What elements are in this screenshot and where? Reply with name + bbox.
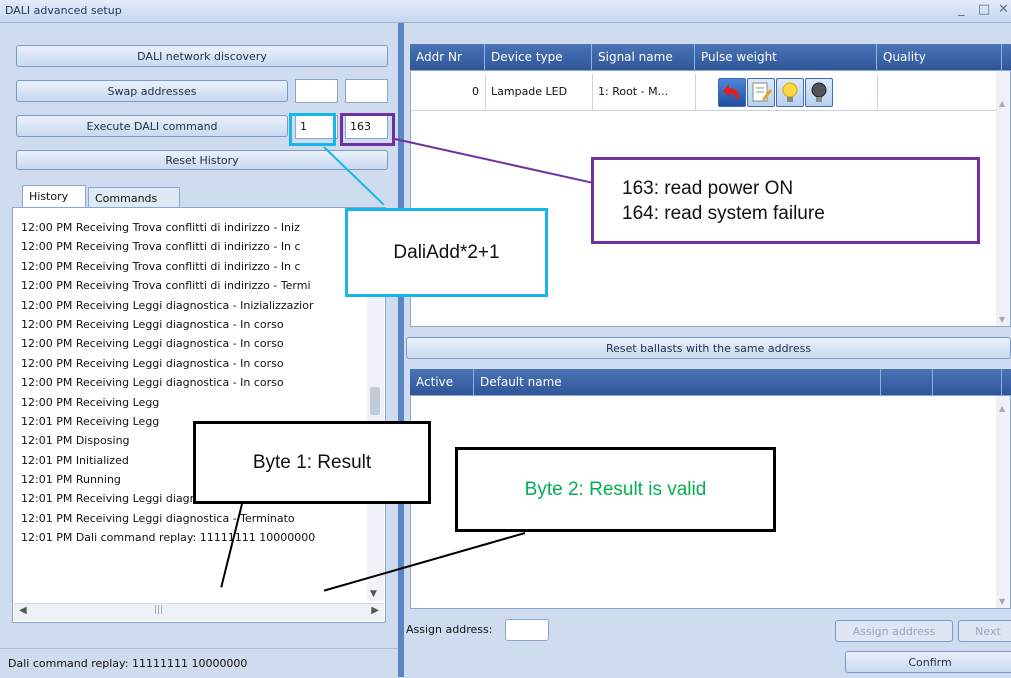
ballasts-grid-scrollbar[interactable]: ▲ ▼ bbox=[996, 396, 1010, 608]
assign-address-label: Assign address: bbox=[406, 623, 493, 636]
col-signal-name[interactable]: Signal name bbox=[592, 44, 695, 70]
ballasts-grid-header: Active Default name bbox=[410, 369, 1011, 395]
reset-ballasts-button[interactable]: Reset ballasts with the same address bbox=[406, 337, 1011, 359]
list-item[interactable]: 12:00 PM Receiving Trova conflitti di in… bbox=[21, 218, 361, 237]
cell-addr: 0 bbox=[411, 74, 486, 110]
left-panel: DALI network discovery Swap addresses Ex… bbox=[0, 23, 398, 647]
scrollbar-thumb[interactable] bbox=[370, 387, 380, 415]
cell-pulse-weight bbox=[696, 74, 878, 110]
list-item[interactable]: 12:00 PM Receiving Trova conflitti di in… bbox=[21, 276, 361, 295]
bulb-on-icon[interactable] bbox=[776, 78, 804, 107]
scrollbar-grip-icon: ||| bbox=[154, 605, 164, 615]
scroll-down-icon[interactable]: ▼ bbox=[370, 589, 377, 599]
command-values-callout: 163: read power ON 164: read system fail… bbox=[591, 157, 980, 244]
swap-address-b-input[interactable] bbox=[345, 79, 388, 103]
col-blank-1[interactable] bbox=[881, 369, 933, 395]
list-item[interactable]: 12:00 PM Receiving Leggi diagnostica - I… bbox=[21, 373, 361, 392]
col-active[interactable]: Active bbox=[410, 369, 474, 395]
devices-grid-header: Addr Nr Device type Signal name Pulse we… bbox=[410, 44, 1011, 70]
list-item[interactable]: 12:00 PM Receiving Trova conflitti di in… bbox=[21, 237, 361, 256]
maximize-icon[interactable]: □ bbox=[978, 2, 990, 17]
devices-grid-scrollbar[interactable]: ▲ ▼ bbox=[996, 71, 1010, 326]
address-highlight-box bbox=[289, 113, 336, 146]
col-pulse-weight[interactable]: Pulse weight bbox=[695, 44, 877, 70]
scroll-down-icon[interactable]: ▼ bbox=[999, 597, 1005, 606]
undo-arrow-icon[interactable] bbox=[718, 78, 746, 107]
confirm-button[interactable]: Confirm bbox=[845, 651, 1011, 673]
list-item[interactable]: 12:00 PM Receiving Leggi diagnostica - I… bbox=[21, 296, 361, 315]
assign-address-input[interactable] bbox=[505, 619, 549, 641]
execute-dali-command-button[interactable]: Execute DALI command bbox=[16, 115, 288, 137]
network-discovery-button[interactable]: DALI network discovery bbox=[16, 45, 388, 67]
tab-commands[interactable]: Commands bbox=[88, 187, 180, 209]
callout-read-system-failure: 164: read system failure bbox=[622, 203, 825, 224]
title-bar: DALI advanced setup _ □ ✕ bbox=[0, 0, 1011, 23]
col-default-name[interactable]: Default name bbox=[474, 369, 881, 395]
list-item[interactable]: 12:01 PM Receiving Leggi diagnostica - T… bbox=[21, 509, 361, 528]
minimize-icon[interactable]: _ bbox=[958, 2, 965, 17]
col-blank-2[interactable] bbox=[933, 369, 1002, 395]
command-highlight-box bbox=[340, 113, 395, 146]
assign-address-button[interactable]: Assign address bbox=[835, 620, 953, 642]
scroll-left-icon[interactable]: ◀ bbox=[19, 605, 27, 616]
right-panel: Addr Nr Device type Signal name Pulse we… bbox=[404, 23, 1011, 677]
bulb-off-icon[interactable] bbox=[805, 78, 833, 107]
callout-read-power-on: 163: read power ON bbox=[622, 178, 794, 199]
byte2-callout: Byte 2: Result is valid bbox=[455, 447, 776, 532]
col-device-type[interactable]: Device type bbox=[485, 44, 592, 70]
list-item[interactable]: 12:00 PM Receiving Leggi diagnostica - I… bbox=[21, 315, 361, 334]
scroll-up-icon[interactable]: ▲ bbox=[999, 99, 1005, 108]
list-item[interactable]: 12:00 PM Receiving Trova conflitti di in… bbox=[21, 257, 361, 276]
next-button[interactable]: Next bbox=[958, 620, 1011, 642]
tab-history[interactable]: History bbox=[22, 185, 86, 208]
close-icon[interactable]: ✕ bbox=[998, 2, 1009, 17]
cell-signal-name: 1: Root - M... bbox=[593, 74, 696, 110]
list-item[interactable]: 12:00 PM Receiving Leggi diagnostica - I… bbox=[21, 334, 361, 353]
edit-note-icon[interactable] bbox=[747, 78, 775, 107]
cell-device-type: Lampade LED bbox=[486, 74, 593, 110]
formula-callout: DaliAdd*2+1 bbox=[345, 208, 548, 297]
window-title: DALI advanced setup bbox=[5, 4, 122, 17]
history-horizontal-scrollbar[interactable]: ◀ ||| ▶ bbox=[14, 603, 384, 621]
list-item[interactable]: 12:01 PM Dali command replay: 11111111 1… bbox=[21, 528, 361, 547]
swap-addresses-button[interactable]: Swap addresses bbox=[16, 80, 288, 102]
col-addr-nr[interactable]: Addr Nr bbox=[410, 44, 485, 70]
history-list-panel: 12:00 PM Receiving Trova conflitti di in… bbox=[12, 207, 386, 623]
list-item[interactable]: 12:00 PM Receiving Leggi diagnostica - I… bbox=[21, 354, 361, 373]
swap-address-a-input[interactable] bbox=[295, 79, 338, 103]
cell-quality bbox=[878, 74, 997, 110]
status-bar: Dali command replay: 11111111 10000000 bbox=[0, 648, 398, 677]
col-quality[interactable]: Quality bbox=[877, 44, 1002, 70]
scroll-right-icon[interactable]: ▶ bbox=[371, 605, 379, 616]
scroll-down-icon[interactable]: ▼ bbox=[999, 315, 1005, 324]
scroll-up-icon[interactable]: ▲ bbox=[999, 404, 1005, 413]
byte1-callout: Byte 1: Result bbox=[193, 421, 431, 504]
table-row[interactable]: 0 Lampade LED 1: Root - M... bbox=[411, 74, 997, 111]
list-item[interactable]: 12:00 PM Receiving Legg bbox=[21, 393, 361, 412]
